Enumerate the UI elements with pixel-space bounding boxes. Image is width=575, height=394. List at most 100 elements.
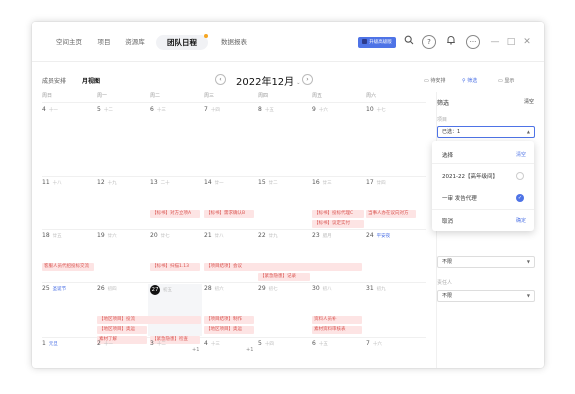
filter-reset-button[interactable]: 清空 bbox=[524, 98, 534, 105]
lunar-date: 十四 bbox=[264, 342, 274, 347]
calendar-day-cell[interactable]: 27 初五 bbox=[150, 285, 172, 295]
close-icon[interactable]: ✕ bbox=[520, 35, 534, 49]
calendar-event[interactable]: 【标书】投标代理C bbox=[312, 210, 364, 218]
day-number: 5 bbox=[97, 106, 101, 113]
calendar-day-cell[interactable]: 2 十一 bbox=[97, 340, 113, 347]
calendar-event[interactable]: 资料人员补 bbox=[312, 316, 362, 324]
lunar-date: 廿四 bbox=[376, 181, 386, 186]
owner-select[interactable]: 不限 ▼ bbox=[437, 290, 535, 302]
calendar-day-cell[interactable]: 7 十六 bbox=[366, 340, 382, 347]
calendar-event[interactable]: 【地区项目】投流 bbox=[97, 316, 201, 324]
calendar-day-cell[interactable]: 25 圣诞节 bbox=[42, 285, 66, 292]
tab-data-reports[interactable]: 数据报表 bbox=[214, 35, 254, 50]
prev-month-button[interactable]: ‹ bbox=[215, 74, 226, 85]
day-number: 20 bbox=[150, 232, 158, 239]
calendar-day-cell[interactable]: 20 廿七 bbox=[150, 232, 170, 239]
tab-resource-library[interactable]: 资源库 bbox=[120, 35, 150, 50]
calendar-day-cell[interactable]: 16 廿三 bbox=[312, 179, 332, 186]
next-month-button[interactable]: › bbox=[302, 74, 313, 85]
bell-icon[interactable] bbox=[444, 35, 458, 49]
calendar-event[interactable]: 【地区项目】奥运 bbox=[204, 326, 254, 334]
more-icon[interactable]: ··· bbox=[466, 35, 480, 49]
lunar-date: 十六 bbox=[372, 342, 382, 347]
calendar-day-cell[interactable]: 23 腊月 bbox=[312, 232, 332, 239]
calendar-event[interactable]: 【项目结项】会议 bbox=[204, 263, 362, 271]
calendar-day-cell[interactable]: 6 十三 bbox=[150, 106, 166, 113]
check-circle-icon[interactable]: ✓ bbox=[516, 194, 524, 202]
calendar-day-cell[interactable]: 24 平安夜 bbox=[366, 232, 390, 239]
tab-month-view[interactable]: 月视图 bbox=[82, 76, 100, 85]
calendar-event[interactable]: 【项目结项】制作 bbox=[204, 316, 254, 324]
calendar-event[interactable]: 素材资料审核表 bbox=[312, 326, 362, 334]
dropdown-cancel-button[interactable]: 取消 bbox=[442, 217, 453, 225]
calendar-event[interactable]: 【标书】扫描1.13 bbox=[150, 263, 200, 271]
project-select-value: 已选：1 bbox=[442, 129, 461, 135]
month-picker[interactable]: 2022年12月 ⌄ bbox=[236, 73, 300, 88]
week-divider bbox=[42, 282, 426, 283]
project-option[interactable]: 一审 发告代理 bbox=[442, 194, 477, 202]
calendar-day-cell[interactable]: 11 十八 bbox=[42, 179, 62, 186]
calendar-event[interactable]: 【紧急隐患】记录 bbox=[258, 273, 310, 281]
tab-space-home[interactable]: 空间主页 bbox=[50, 35, 88, 50]
calendar-day-cell[interactable]: 3 十二 bbox=[150, 340, 166, 347]
weekday-header: 周五 bbox=[312, 93, 323, 99]
minimize-icon[interactable]: — bbox=[488, 35, 502, 49]
calendar-day-cell[interactable]: 7 十四 bbox=[204, 106, 220, 113]
calendar-day-cell[interactable]: 28 初六 bbox=[204, 285, 224, 292]
calendar-day-cell[interactable]: 14 廿一 bbox=[204, 179, 224, 186]
calendar-subbar: 成员安排 月视图 ‹ 2022年12月 ⌄ › ▭ 待安排 ⚲ 筛选 ▭ 显示 bbox=[32, 62, 544, 90]
calendar-day-cell[interactable]: 17 廿四 bbox=[366, 179, 386, 186]
tab-team-schedule[interactable]: 团队日程 bbox=[156, 35, 208, 50]
dropdown-confirm-button[interactable]: 确定 bbox=[516, 217, 526, 224]
calendar-day-cell[interactable]: 30 初八 bbox=[312, 285, 332, 292]
project-option[interactable]: 2021-22【高年级间】 bbox=[442, 172, 498, 180]
calendar-day-cell[interactable]: 5 十四 bbox=[258, 340, 274, 347]
calendar-day-cell[interactable]: 13 二十 bbox=[150, 179, 170, 186]
calendar-day-cell[interactable]: 6 十五 bbox=[312, 340, 328, 347]
type-select[interactable]: 不限 ▼ bbox=[437, 256, 535, 268]
dropdown-clear-button[interactable]: 清空 bbox=[516, 151, 526, 158]
calendar-day-cell[interactable]: 9 十六 bbox=[312, 106, 328, 113]
calendar-event[interactable]: 客服人员代招投标交流 bbox=[42, 263, 94, 271]
calendar-day-cell[interactable]: 4 十三 bbox=[204, 340, 220, 347]
day-number: 21 bbox=[204, 232, 212, 239]
calendar-event[interactable]: 当事人办在议向对方 bbox=[366, 210, 416, 218]
day-number: 23 bbox=[312, 232, 320, 239]
calendar-day-cell[interactable]: 22 廿九 bbox=[258, 232, 278, 239]
display-button[interactable]: ▭ 显示 bbox=[498, 77, 514, 84]
calendar-day-cell[interactable]: 12 十九 bbox=[97, 179, 117, 186]
calendar-day-cell[interactable]: 26 初四 bbox=[97, 285, 117, 292]
calendar-day-cell[interactable]: 18 廿五 bbox=[42, 232, 62, 239]
calendar-day-cell[interactable]: 10 十七 bbox=[366, 106, 386, 113]
more-events-link[interactable]: +1 bbox=[192, 347, 199, 353]
lunar-date: 十一 bbox=[103, 342, 113, 347]
calendar-event[interactable]: 【地区项目】奥运 bbox=[97, 326, 147, 334]
calendar-day-cell[interactable]: 31 初九 bbox=[366, 285, 386, 292]
radio-unchecked-icon[interactable] bbox=[516, 172, 524, 180]
calendar-event[interactable]: 【标书】需求确认B bbox=[204, 210, 254, 218]
calendar-day-cell[interactable]: 1 元旦 bbox=[42, 340, 58, 347]
more-events-link[interactable]: +1 bbox=[246, 347, 253, 353]
help-icon[interactable]: ? bbox=[422, 35, 436, 49]
filter-button[interactable]: ⚲ 筛选 bbox=[462, 77, 477, 84]
maximize-icon[interactable]: □ bbox=[504, 35, 518, 49]
calendar-event[interactable]: 【标书】对方立项A bbox=[150, 210, 200, 218]
unscheduled-button[interactable]: ▭ 待安排 bbox=[424, 77, 445, 84]
calendar-day-cell[interactable]: 21 廿八 bbox=[204, 232, 224, 239]
tab-projects[interactable]: 项目 bbox=[92, 35, 116, 50]
project-select[interactable]: 已选：1 ▲ bbox=[437, 126, 535, 138]
calendar-day-cell[interactable]: 4 十一 bbox=[42, 106, 58, 113]
owner-label: 责任人 bbox=[437, 280, 453, 286]
lunar-date: 初八 bbox=[322, 287, 332, 292]
lunar-date: 十二 bbox=[156, 342, 166, 347]
search-icon[interactable] bbox=[402, 35, 416, 49]
calendar-day-cell[interactable]: 8 十五 bbox=[258, 106, 274, 113]
calendar-event[interactable]: 【标书】议定实付 bbox=[312, 220, 364, 228]
calendar-day-cell[interactable]: 29 初七 bbox=[258, 285, 278, 292]
calendar-day-cell[interactable]: 5 十二 bbox=[97, 106, 113, 113]
upgrade-badge[interactable]: 升级高级版 bbox=[358, 37, 396, 48]
tab-member-schedule[interactable]: 成员安排 bbox=[42, 76, 66, 85]
calendar-day-cell[interactable]: 19 廿六 bbox=[97, 232, 117, 239]
calendar-day-cell[interactable]: 15 廿二 bbox=[258, 179, 278, 186]
day-number: 5 bbox=[258, 340, 262, 347]
